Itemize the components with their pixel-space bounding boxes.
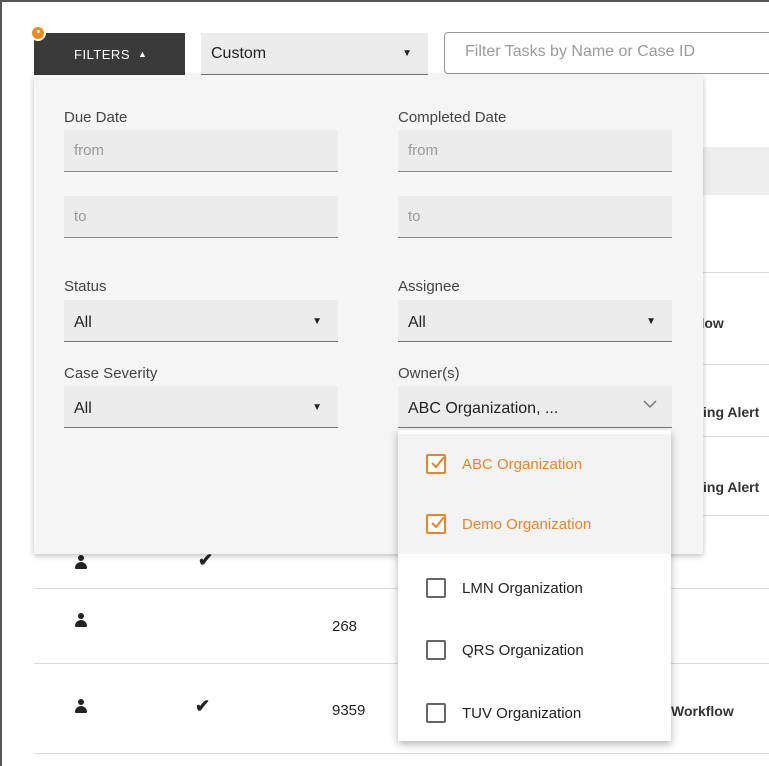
to-placeholder: to — [408, 208, 421, 225]
row-divider — [34, 753, 769, 754]
case-id: 9359 — [332, 702, 366, 719]
case-severity-value: All — [74, 400, 92, 417]
completed-date-from-input[interactable]: from — [398, 130, 672, 172]
owners-select[interactable]: ABC Organization, ... — [398, 386, 672, 428]
filters-button[interactable]: FILTERS ▲ — [34, 33, 185, 75]
notification-badge — [30, 25, 46, 41]
person-icon — [74, 555, 88, 569]
checkbox-icon[interactable] — [426, 703, 446, 723]
due-date-label: Due Date — [64, 109, 128, 126]
assignee-select[interactable]: All ▼ — [398, 300, 672, 342]
owner-option-lmn[interactable]: LMN Organization — [398, 558, 671, 618]
caret-down-icon: ▼ — [402, 48, 412, 59]
filters-button-label: FILTERS — [74, 46, 130, 62]
caret-down-icon: ▼ — [312, 316, 322, 327]
assignee-value: All — [408, 314, 426, 331]
table-cell-alert: ing Alert — [703, 479, 760, 495]
to-placeholder: to — [74, 208, 87, 225]
checkbox-icon[interactable] — [426, 640, 446, 660]
chevron-down-icon — [643, 400, 657, 409]
from-placeholder: from — [74, 142, 104, 159]
owners-value: ABC Organization, ... — [408, 400, 559, 417]
person-icon — [74, 613, 88, 627]
due-date-from-input[interactable]: from — [64, 130, 338, 172]
owner-option-label: LMN Organization — [462, 579, 583, 597]
status-label: Status — [64, 278, 107, 295]
check-icon: ✔ — [195, 696, 211, 716]
checkbox-checked-icon[interactable] — [426, 514, 446, 534]
checkbox-icon[interactable] — [426, 578, 446, 598]
owner-option-label: QRS Organization — [462, 641, 584, 659]
status-value: All — [74, 314, 92, 331]
assignee-label: Assignee — [398, 278, 460, 295]
table-cell-alert: ing Alert — [703, 404, 760, 420]
owner-option-tuv[interactable]: TUV Organization — [398, 683, 671, 743]
owner-option-abc[interactable]: ABC Organization — [398, 434, 671, 494]
table-cell-workflow: Workflow — [671, 703, 734, 719]
owner-option-demo[interactable]: Demo Organization — [398, 494, 671, 554]
owner-option-label: Demo Organization — [462, 515, 592, 533]
checkbox-checked-icon[interactable] — [426, 454, 446, 474]
view-select-value: Custom — [211, 44, 267, 62]
completed-date-to-input[interactable]: to — [398, 196, 672, 238]
status-select[interactable]: All ▼ — [64, 300, 338, 342]
owners-dropdown-menu: ABC Organization Demo Organization LMN O… — [398, 430, 671, 741]
owner-option-qrs[interactable]: QRS Organization — [398, 620, 671, 680]
search-placeholder: Filter Tasks by Name or Case ID — [465, 43, 695, 60]
owners-label: Owner(s) — [398, 365, 460, 382]
view-select[interactable]: Custom ▼ — [201, 33, 428, 75]
case-severity-label: Case Severity — [64, 365, 158, 382]
caret-down-icon: ▼ — [646, 316, 656, 327]
caret-down-icon: ▼ — [312, 402, 322, 413]
caret-up-icon: ▲ — [138, 49, 148, 59]
search-input[interactable]: Filter Tasks by Name or Case ID — [444, 32, 769, 74]
due-date-to-input[interactable]: to — [64, 196, 338, 238]
owner-option-label: ABC Organization — [462, 455, 583, 473]
from-placeholder: from — [408, 142, 438, 159]
completed-date-label: Completed Date — [398, 109, 507, 126]
owner-option-label: TUV Organization — [462, 704, 582, 722]
case-id: 268 — [332, 618, 358, 635]
person-icon — [74, 699, 88, 713]
case-severity-select[interactable]: All ▼ — [64, 386, 338, 428]
